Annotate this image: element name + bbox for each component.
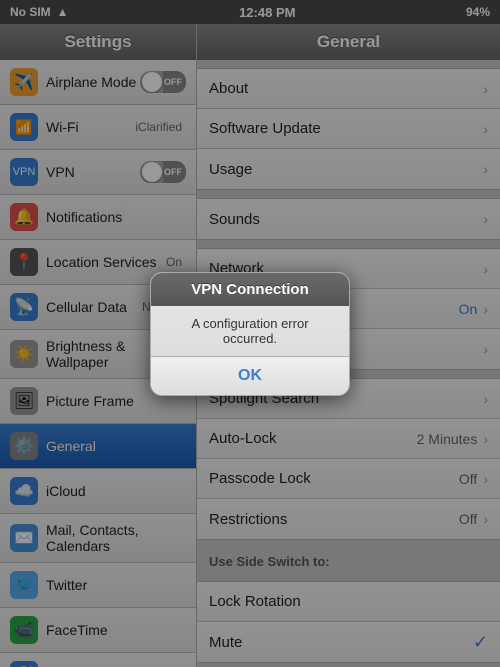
modal-overlay[interactable]: VPN Connection A configuration error occ… [0,0,500,667]
modal-ok-button[interactable]: OK [151,357,349,395]
modal-title: VPN Connection [151,273,349,306]
modal-box: VPN Connection A configuration error occ… [150,272,350,396]
modal-button-row: OK [151,356,349,395]
modal-message: A configuration error occurred. [151,306,349,356]
